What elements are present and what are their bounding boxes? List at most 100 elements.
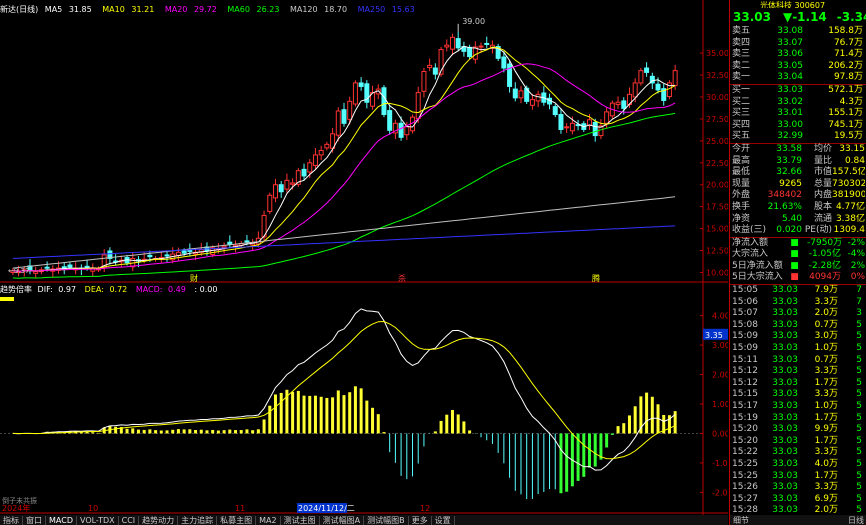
stat-row-cell: 总量: [813, 178, 832, 189]
macd-bar: [216, 430, 220, 434]
candle-body: [484, 42, 490, 45]
candle-body: [284, 179, 290, 190]
tick-row-cell: 5: [856, 343, 862, 354]
tick-row-cell: 15:09: [732, 331, 758, 342]
tick-row: 15:09 33.03 3.0万 5: [730, 331, 866, 343]
candle-body: [404, 126, 410, 136]
ma20-line: [12, 63, 676, 272]
bid-row-cell: 买五: [732, 131, 751, 142]
indicator-tab[interactable]: VOL-TDX: [76, 516, 119, 525]
macd-bar: [325, 397, 329, 434]
ask-row-cell: 158.8万: [828, 26, 863, 36]
tick-row-cell: 33.03: [772, 493, 798, 504]
tick-row-cell: 1.0万: [814, 401, 838, 411]
indicator-tab[interactable]: 设置: [431, 516, 455, 525]
extra-label: : 0.00: [194, 285, 218, 294]
tick-row-cell: 5: [856, 482, 862, 493]
tick-row-cell: 33.03: [772, 470, 798, 481]
candle-body: [621, 100, 627, 109]
bid-row: 买三 33.01 155.1万: [730, 108, 866, 120]
stat-row-cell: 0.84: [844, 155, 865, 166]
macd-bar: [559, 433, 563, 494]
daily-tab[interactable]: 日线: [845, 515, 866, 525]
flow-row-cell: -7950万: [807, 237, 843, 248]
ask-row-cell: 33.06: [777, 49, 803, 60]
candle-body: [552, 106, 558, 116]
indicator-tab[interactable]: 更多: [408, 516, 432, 525]
indicator-tab[interactable]: 测试幅图B: [364, 516, 409, 525]
bid-row-cell: 572.1万: [828, 84, 863, 95]
ask-row-cell: 卖一: [732, 72, 751, 83]
tick-row-cell: 33.03: [772, 319, 798, 330]
tick-row-cell: 2.0万: [814, 308, 838, 319]
candle-body: [672, 70, 678, 87]
event-marker: 腾: [592, 273, 600, 283]
detail-tab[interactable]: 细节: [730, 516, 752, 525]
macd-bar: [171, 429, 175, 434]
ask-row-cell: 71.4万: [833, 49, 863, 60]
flow-row-cell: -4%: [847, 249, 865, 260]
indicator-tab[interactable]: 私募主图: [217, 516, 257, 525]
indicator-tab[interactable]: 指标: [0, 516, 23, 525]
candle-body: [312, 154, 318, 166]
macd-bar: [348, 392, 352, 434]
macd-bar: [188, 429, 192, 434]
macd-bar: [131, 428, 135, 434]
stat-row-cell: 21.63%: [767, 201, 802, 212]
flow-row-cell: ■: [790, 260, 799, 271]
tick-row-cell: 5: [856, 447, 862, 458]
macd-bar: [245, 429, 249, 434]
ask-row-cell: 卖二: [732, 60, 751, 71]
tick-row-cell: 33.03: [772, 308, 798, 319]
tick-row-cell: 9.9万: [814, 424, 838, 435]
tick-list[interactable]: 15:05 33.03 7.9万 7 15:06 33.03 3.3万 7 15:07 33.03…: [730, 284, 866, 525]
candle-body: [644, 67, 650, 73]
ma-legend: 新达(日线) MA5 31.85 MA10 31.21 MA20 29.72 M…: [0, 4, 728, 16]
ask-book: 卖五 33.08 158.8万 卖四 33.07 76.7万 卖三 33.06 71.4万 卖二 3…: [730, 26, 866, 84]
candle-body: [518, 90, 524, 99]
stat-row-cell: 量比: [813, 155, 832, 166]
stat-row: 今开 33.58 均价 33.15: [730, 144, 866, 156]
macd-bar: [239, 430, 243, 434]
price-tick-label: 15.00: [706, 225, 728, 234]
macd-bar: [582, 433, 586, 477]
bid-row-cell: 买一: [732, 84, 751, 95]
ma5-label: MA5 31.85: [44, 5, 92, 14]
stat-row-cell: 市值: [813, 167, 832, 178]
macd-bar: [468, 430, 472, 434]
bid-row-cell: 4.3万: [839, 96, 863, 107]
indicator-tab[interactable]: 主力追踪: [178, 516, 218, 525]
indicator-tab[interactable]: CCI: [118, 516, 140, 525]
tick-row-cell: 1.0万: [814, 343, 838, 354]
candle-body: [387, 110, 393, 131]
indicator-tab[interactable]: 测试主图: [280, 516, 320, 525]
candle-body: [655, 83, 661, 91]
indicator-tab[interactable]: MACD: [46, 516, 77, 525]
macd-bar: [154, 430, 158, 434]
tick-row-cell: 33.03: [772, 458, 798, 469]
chart-canvas[interactable]: 35.00 32.50 30.00 27.50 25.00 22.50 20.00 17.50…: [0, 0, 728, 525]
indicator-tabs: 指标 窗口 MACD VOL-TDX CCI 趋势动力 主力追踪 私募主图 MA2 测试主图 测试幅…: [0, 515, 728, 525]
macd-bar: [159, 430, 163, 434]
ma250-line: [12, 225, 676, 259]
macd-bar: [610, 433, 614, 435]
stat-row-cell: 流通: [813, 213, 832, 224]
macd-bar: [417, 433, 419, 464]
tick-row: 15:08 33.03 0.7万 5: [730, 320, 866, 332]
tick-row-cell: 5: [856, 401, 862, 411]
macd-bar: [199, 429, 203, 434]
macd-bar: [291, 391, 295, 434]
ask-row: 卖一 33.04 97.8万: [730, 72, 866, 84]
macd-bar: [228, 429, 232, 434]
indicator-tab[interactable]: MA2: [256, 516, 281, 525]
macd-legend: 趋势倍率 DIF: 0.97 DEA: 0.72 MACD: 0.49 : 0.…: [0, 284, 220, 296]
chart-area[interactable]: 35.00 32.50 30.00 27.50 25.00 22.50 20.00 17.50…: [0, 0, 728, 525]
macd-bar: [371, 407, 375, 434]
macd-bar: [497, 433, 499, 453]
indicator-tab[interactable]: 测试幅图A: [319, 516, 365, 525]
indicator-tab[interactable]: 趋势动力: [139, 516, 179, 525]
bottom-note: 倒子未共振: [2, 496, 37, 505]
event-marker: 财: [190, 273, 198, 283]
indicator-tab[interactable]: 窗口: [23, 516, 46, 525]
macd-tick-label: 4.00: [712, 312, 728, 321]
